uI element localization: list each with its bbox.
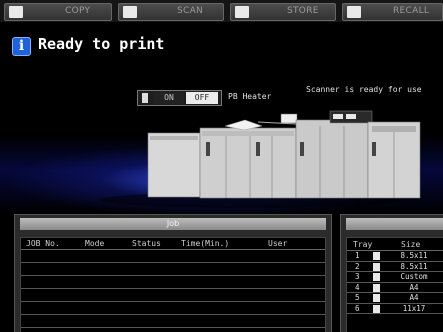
tray-panel: Tray Size 1 8.5x11 2 8.5x11 3 Custom 4 A…: [340, 214, 443, 332]
tray-number: 2: [355, 261, 360, 271]
tab-scan-label: SCAN: [177, 6, 204, 16]
table-row[interactable]: [21, 302, 325, 315]
pb-heater-toggle: ON OFF: [137, 90, 222, 106]
tray-number: 4: [355, 282, 360, 292]
table-row[interactable]: [21, 276, 325, 289]
status-message: Ready to print: [38, 35, 165, 53]
tab-copy-label: COPY: [65, 6, 91, 16]
job-table: JOB No. Mode Status Time(Min.) User: [20, 237, 326, 332]
paper-icon: [373, 262, 380, 271]
tray-size: 11x17: [402, 303, 426, 313]
paper-icon: [373, 304, 380, 313]
tray-size: A4: [409, 282, 419, 292]
tray-table: Tray Size 1 8.5x11 2 8.5x11 3 Custom 4 A…: [346, 237, 443, 332]
col-tray: Tray: [353, 240, 373, 249]
toggle-indicator-icon: [142, 93, 148, 103]
tray-row[interactable]: 1 8.5x11: [347, 251, 443, 262]
job-panel: Job JOB No. Mode Status Time(Min.) User: [14, 214, 332, 332]
col-status: Status: [132, 239, 161, 248]
tray-size: A4: [409, 293, 419, 302]
heater-label: PB Heater: [228, 92, 272, 101]
tab-store-label: STORE: [287, 6, 319, 16]
tray-number: 3: [355, 272, 360, 281]
paper-icon: [373, 283, 380, 292]
mode-tab-bar: COPY SCAN STORE RECALL: [0, 0, 443, 22]
tray-row[interactable]: 5 A4: [347, 293, 443, 304]
col-user: User: [268, 239, 288, 248]
paper-icon: [373, 294, 380, 302]
table-row[interactable]: [21, 315, 325, 328]
table-row[interactable]: [21, 250, 325, 263]
copy-icon: [9, 6, 23, 18]
job-panel-title: Job: [20, 218, 326, 230]
tray-table-header: Tray Size: [347, 238, 443, 251]
tab-copy[interactable]: COPY: [4, 3, 112, 21]
tray-size: 8.5x11: [400, 261, 428, 271]
tray-row[interactable]: 6 11x17: [347, 303, 443, 314]
paper-icon: [373, 252, 380, 260]
tray-number: 5: [355, 293, 360, 302]
tray-number: 1: [355, 251, 360, 260]
col-size: Size: [401, 240, 421, 249]
tray-row[interactable]: 4 A4: [347, 282, 443, 293]
store-icon: [235, 6, 249, 18]
scan-icon: [123, 6, 137, 18]
table-row[interactable]: [21, 263, 325, 276]
tray-number: 6: [355, 303, 360, 313]
heater-off-button[interactable]: OFF: [186, 92, 218, 104]
recall-icon: [347, 6, 361, 18]
heater-on-button[interactable]: ON: [154, 92, 184, 104]
tray-row[interactable]: 3 Custom: [347, 272, 443, 283]
col-mode: Mode: [85, 239, 105, 248]
tray-size: 8.5x11: [400, 251, 428, 260]
info-icon: i: [12, 37, 31, 56]
paper-icon: [373, 273, 380, 281]
job-table-header: JOB No. Mode Status Time(Min.) User: [21, 238, 325, 250]
scanner-status: Scanner is ready for use: [306, 85, 422, 94]
table-row[interactable]: [21, 289, 325, 302]
tab-recall-label: RECALL: [393, 6, 430, 16]
tray-size: Custom: [400, 272, 428, 281]
tab-scan[interactable]: SCAN: [118, 3, 224, 21]
col-job-no: JOB No.: [26, 239, 60, 248]
tray-panel-title: [346, 218, 443, 230]
tab-recall[interactable]: RECALL: [342, 3, 443, 21]
col-time: Time(Min.): [181, 239, 230, 248]
tray-row[interactable]: 2 8.5x11: [347, 261, 443, 272]
tab-store[interactable]: STORE: [230, 3, 336, 21]
